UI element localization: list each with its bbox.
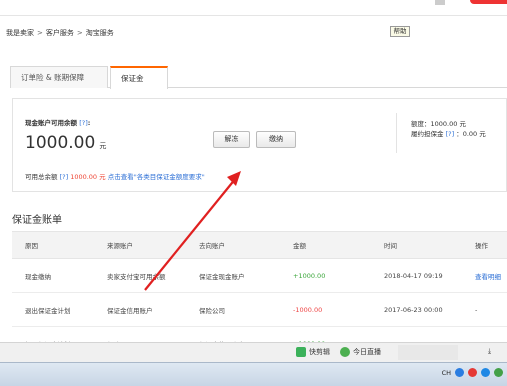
tab-bar: 订单险 & 账期保障 保证金 [10, 66, 507, 89]
divider [396, 113, 397, 153]
table-row: 退出保证金计划 保证金信用账户 保险公司 -1000.00 2017-06-23… [12, 293, 507, 327]
balance-label: 现金账户可用余额 [?]: [25, 119, 91, 127]
cell-reason: 现金缴纳 [25, 272, 51, 281]
cell-from: 卖家支付宝可用余额 [107, 272, 166, 281]
top-red-badge [470, 0, 507, 4]
windows-taskbar: CH [0, 362, 507, 386]
statusbar-blurred-area [398, 345, 458, 360]
cell-from: 保证金信用账户 [107, 306, 153, 315]
sound-icon[interactable] [494, 368, 503, 377]
help-icon[interactable]: [?] [79, 119, 88, 127]
help-icon[interactable]: [?] [60, 173, 69, 181]
security-icon[interactable] [468, 368, 477, 377]
quick-edit-button[interactable]: 快剪辑 [296, 347, 330, 357]
download-icon[interactable]: ⤓ [488, 347, 491, 356]
col-header-to: 去向账户 [199, 242, 225, 250]
tab-order-insurance[interactable]: 订单险 & 账期保障 [10, 66, 108, 88]
view-detail-link[interactable]: 查看明细 [475, 259, 501, 292]
today-live-button[interactable]: 今日直播 [340, 347, 381, 357]
breadcrumb-item-service[interactable]: 客户服务 [46, 28, 74, 38]
network-icon[interactable] [455, 368, 464, 377]
breadcrumb-sep: > [37, 29, 43, 37]
top-placeholder [435, 0, 445, 5]
app-icon[interactable] [481, 368, 490, 377]
breadcrumb-item-seller[interactable]: 我是卖家 [6, 28, 34, 38]
video-icon [296, 347, 306, 357]
col-header-action: 操作 [475, 242, 488, 250]
breadcrumb: 我是卖家 > 客户服务 > 淘宝服务 [6, 28, 114, 38]
top-strip [0, 0, 507, 16]
breadcrumb-sep: > [76, 29, 83, 37]
total-balance-row: 可用总余额 [?] 1000.00 元 点击查看"各类目保证金额度要求" [25, 173, 205, 181]
col-header-amount: 金额 [293, 242, 306, 250]
total-value: 1000.00 元 [70, 173, 106, 181]
breadcrumb-item-taobao[interactable]: 淘宝服务 [86, 28, 114, 38]
browser-statusbar: 快剪辑 今日直播 ⤓ [0, 342, 507, 362]
cell-to: 保险公司 [199, 306, 225, 315]
quota-info: 额度：1000.00 元 履约担保金 [?] ：0.00 元 [411, 119, 486, 139]
section-title: 保证金账单 [12, 215, 62, 226]
live-icon [340, 347, 350, 357]
deposit-panel: 现金账户可用余额 [?]: 1000.00 元 解冻 缴纳 额度：1000.00 … [12, 98, 507, 192]
col-header-time: 时间 [384, 242, 397, 250]
help-icon[interactable]: [?] [446, 130, 455, 138]
cell-to: 保证金现金账户 [199, 272, 245, 281]
unfreeze-button[interactable]: 解冻 [213, 131, 250, 148]
performance-line: 履约担保金 [?] ：0.00 元 [411, 130, 486, 138]
cell-time: 2017-06-23 00:00 [384, 305, 443, 314]
pay-button[interactable]: 缴纳 [256, 131, 296, 148]
ime-indicator[interactable]: CH [442, 369, 451, 377]
category-requirement-link[interactable]: 点击查看"各类目保证金额度要求" [108, 173, 205, 181]
cell-amount: -1000.00 [293, 305, 323, 314]
quota-line: 额度：1000.00 元 [411, 120, 466, 128]
system-tray: CH [442, 368, 503, 377]
tab-deposit[interactable]: 保证金 [110, 66, 168, 89]
cell-reason: 退出保证金计划 [25, 306, 71, 315]
cell-action: - [475, 305, 478, 314]
col-header-from: 来源账户 [107, 242, 133, 250]
col-header-reason: 原因 [25, 242, 38, 250]
help-badge[interactable]: 帮助 [390, 26, 410, 37]
table-row: 现金缴纳 卖家支付宝可用余额 保证金现金账户 +1000.00 2018-04-… [12, 259, 507, 293]
balance-amount: 1000.00 元 [25, 133, 107, 153]
cell-time: 2018-04-17 09:19 [384, 271, 443, 280]
table-header: 原因 来源账户 去向账户 金额 时间 操作 [12, 231, 507, 259]
cell-amount: +1000.00 [293, 271, 326, 280]
